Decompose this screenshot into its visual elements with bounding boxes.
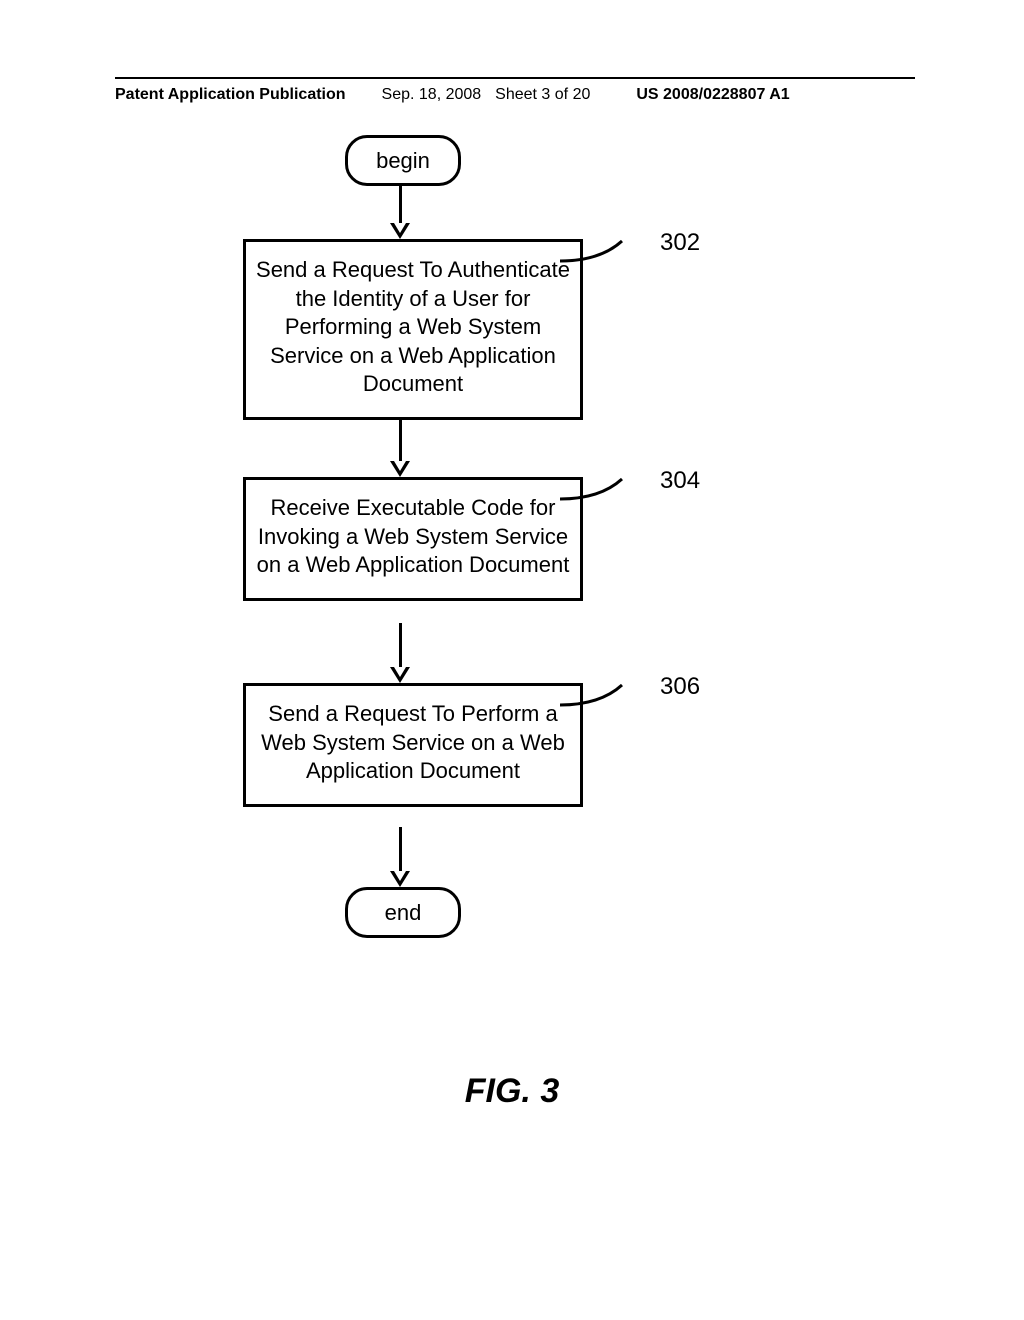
step-306: Send a Request To Perform a Web System S…: [243, 683, 583, 807]
terminator-end: end: [345, 887, 461, 938]
terminator-begin-label: begin: [376, 148, 430, 173]
figure-caption: FIG. 3: [0, 1072, 1024, 1111]
arrow-head-icon: [390, 871, 410, 887]
header-rule: [115, 77, 915, 79]
header-number: US 2008/0228807 A1: [636, 86, 789, 104]
ref-306: 306: [660, 673, 700, 701]
arrow: [399, 417, 402, 461]
header-sheet: Sheet 3 of 20: [495, 86, 590, 104]
ref-302: 302: [660, 229, 700, 257]
arrow-head-icon: [390, 667, 410, 683]
terminator-begin: begin: [345, 135, 461, 186]
step-302: Send a Request To Authenticate the Ident…: [243, 239, 583, 420]
step-302-text: Send a Request To Authenticate the Ident…: [256, 257, 570, 396]
step-304-text: Receive Executable Code for Invoking a W…: [257, 495, 570, 577]
header-date: Sep. 18, 2008: [382, 86, 482, 104]
arrow: [399, 623, 402, 667]
leader-line: [560, 475, 650, 505]
arrow: [399, 183, 402, 223]
leader-line: [560, 237, 650, 267]
header-publication: Patent Application Publication: [115, 86, 346, 104]
step-304: Receive Executable Code for Invoking a W…: [243, 477, 583, 601]
arrow-head-icon: [390, 461, 410, 477]
page-header: Patent Application Publication Sep. 18, …: [115, 86, 915, 104]
arrow: [399, 827, 402, 871]
ref-304: 304: [660, 467, 700, 495]
terminator-end-label: end: [385, 900, 422, 925]
step-306-text: Send a Request To Perform a Web System S…: [261, 701, 565, 783]
leader-line: [560, 681, 650, 711]
arrow-head-icon: [390, 223, 410, 239]
